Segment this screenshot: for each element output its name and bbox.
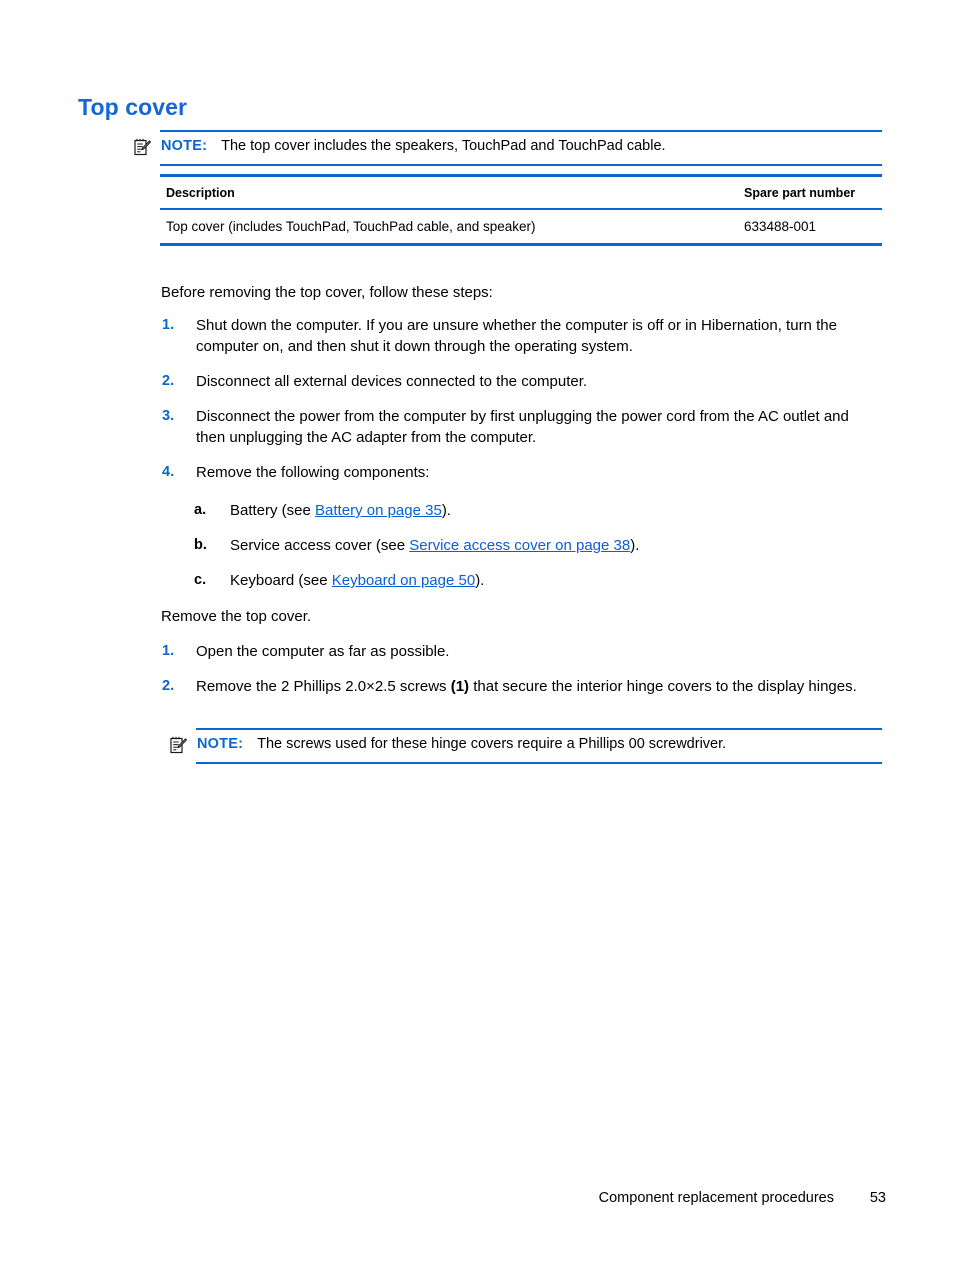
note-block-top-cover: NOTE: The top cover includes the speaker… bbox=[134, 130, 882, 166]
sub-list-item-prefix: Battery (see bbox=[230, 502, 316, 519]
sub-list-item: b. Service access cover (see Service acc… bbox=[194, 535, 884, 556]
list-item-text: Open the computer as far as possible. bbox=[196, 643, 450, 660]
table-header-description: Description bbox=[166, 185, 235, 200]
sub-list-item-text: Service access cover (see Service access… bbox=[230, 535, 884, 556]
note-label: NOTE: bbox=[197, 736, 244, 752]
page-title: Top cover bbox=[78, 94, 188, 120]
note-pad-pencil-icon bbox=[170, 736, 187, 754]
list-item-marker: 3. bbox=[162, 408, 175, 424]
link-battery[interactable]: Battery on page 35 bbox=[315, 502, 442, 519]
document-page: Top cover NOTE: The top cover includes t bbox=[0, 0, 954, 1270]
list-item: 2. Remove the 2 Phillips 2.0×2.5 screws … bbox=[160, 676, 882, 697]
sub-list-item-suffix: ). bbox=[441, 502, 451, 519]
footer-section-title: Component replacement procedures bbox=[598, 1190, 834, 1206]
table-row: Top cover (includes TouchPad, TouchPad c… bbox=[160, 210, 882, 243]
remove-paragraph: Remove the top cover. bbox=[161, 608, 312, 625]
link-keyboard[interactable]: Keyboard on page 50 bbox=[332, 572, 475, 589]
removal-steps-list: 1. Open the computer as far as possible.… bbox=[160, 641, 882, 697]
list-item-marker: 1. bbox=[162, 317, 175, 333]
sub-list-item: c. Keyboard (see Keyboard on page 50). bbox=[194, 570, 884, 591]
table-cell-spare-part-number: 633488-001 bbox=[744, 219, 817, 234]
note-rule-bottom bbox=[160, 164, 882, 166]
list-item: 1. Open the computer as far as possible. bbox=[160, 641, 882, 662]
note-body: NOTE: The screws used for these hinge co… bbox=[170, 730, 882, 762]
components-sub-list: a. Battery (see Battery on page 35). b. … bbox=[194, 500, 884, 591]
sub-list-item-suffix: ). bbox=[630, 537, 640, 554]
sub-list-item-text: Battery (see Battery on page 35). bbox=[230, 500, 884, 521]
sub-list-item-marker: b. bbox=[194, 537, 207, 553]
list-item-text: Shut down the computer. If you are unsur… bbox=[196, 317, 837, 355]
intro-paragraph: Before removing the top cover, follow th… bbox=[161, 284, 493, 301]
list-item: 2. Disconnect all external devices conne… bbox=[160, 371, 882, 392]
footer-page-number: 53 bbox=[869, 1190, 886, 1206]
table-header-spare-part-number: Spare part number bbox=[744, 185, 856, 200]
note-text: The screws used for these hinge covers r… bbox=[257, 736, 727, 752]
list-item-text: Disconnect the power from the computer b… bbox=[196, 408, 849, 446]
sub-list-item-marker: c. bbox=[194, 572, 207, 588]
link-service-access-cover[interactable]: Service access cover on page 38 bbox=[409, 537, 630, 554]
sub-list-item: a. Battery (see Battery on page 35). bbox=[194, 500, 884, 521]
table-cell-description: Top cover (includes TouchPad, TouchPad c… bbox=[166, 219, 536, 234]
list-item: 1. Shut down the computer. If you are un… bbox=[160, 315, 882, 357]
sub-list-item-text: Keyboard (see Keyboard on page 50). bbox=[230, 570, 884, 591]
list-item-marker: 1. bbox=[162, 643, 175, 659]
note-pad-pencil-icon bbox=[134, 138, 151, 156]
sub-list-item-suffix: ). bbox=[475, 572, 485, 589]
list-item-prefix: Remove the 2 Phillips 2.0×2.5 screws bbox=[196, 678, 451, 695]
list-item-marker: 2. bbox=[162, 373, 175, 389]
sub-list-item-prefix: Service access cover (see bbox=[230, 537, 410, 554]
list-item-marker: 4. bbox=[162, 464, 175, 480]
list-item-suffix: that secure the interior hinge covers to… bbox=[469, 678, 857, 695]
list-item: 3. Disconnect the power from the compute… bbox=[160, 406, 882, 448]
spare-parts-table: Description Spare part number Top cover … bbox=[160, 174, 882, 246]
list-item: 4. Remove the following components: bbox=[160, 462, 882, 483]
note-body: NOTE: The top cover includes the speaker… bbox=[134, 132, 882, 164]
list-item-text: Remove the following components: bbox=[196, 464, 430, 481]
note-rule-bottom bbox=[196, 762, 882, 764]
list-item-text: Remove the 2 Phillips 2.0×2.5 screws (1)… bbox=[196, 676, 882, 697]
pre-removal-steps-list: 1. Shut down the computer. If you are un… bbox=[160, 315, 882, 483]
table-header-row: Description Spare part number bbox=[160, 177, 882, 208]
note-block-screwdriver: NOTE: The screws used for these hinge co… bbox=[170, 728, 882, 764]
note-label: NOTE: bbox=[161, 138, 208, 154]
list-item-marker: 2. bbox=[162, 678, 175, 694]
list-item-text: Disconnect all external devices connecte… bbox=[196, 373, 588, 390]
sub-list-item-marker: a. bbox=[194, 502, 207, 518]
note-text: The top cover includes the speakers, Tou… bbox=[221, 138, 666, 154]
callout-reference: (1) bbox=[450, 678, 470, 695]
sub-list-item-prefix: Keyboard (see bbox=[230, 572, 332, 589]
page-footer: Component replacement procedures 53 bbox=[0, 1190, 954, 1206]
table-rule-bottom bbox=[160, 243, 882, 246]
